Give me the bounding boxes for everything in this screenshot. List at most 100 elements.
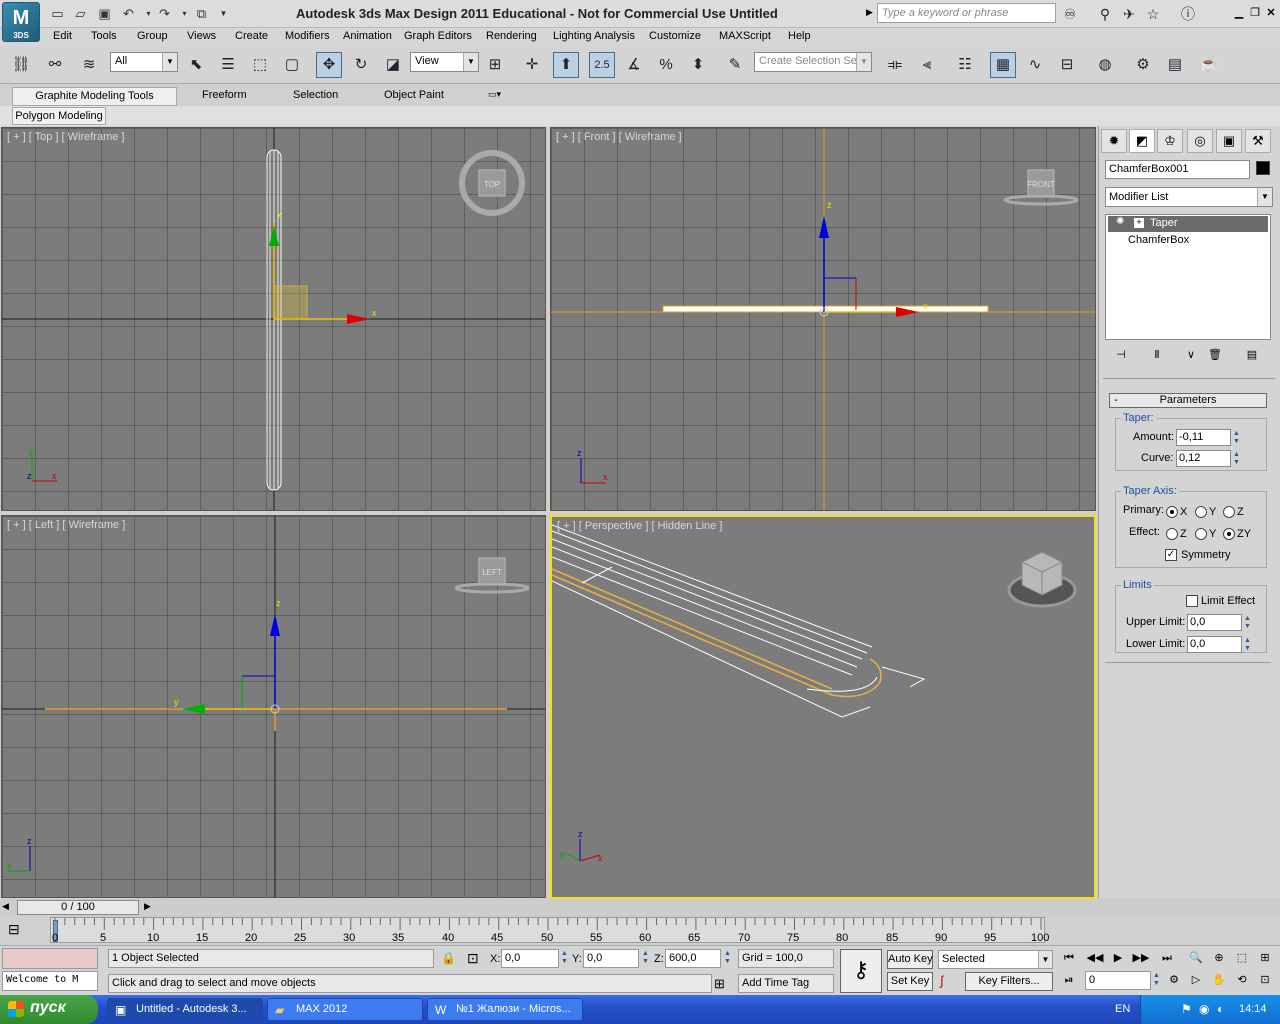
go-to-end-icon[interactable]: ⏭ xyxy=(1157,949,1177,967)
tab-object-paint[interactable]: Object Paint xyxy=(384,89,444,101)
make-unique-icon[interactable]: ∨ xyxy=(1181,346,1201,364)
keyboard-shortcut-override-icon[interactable]: ⬆ xyxy=(553,52,579,78)
select-and-move-icon[interactable]: ✥ xyxy=(316,52,342,78)
open-file-icon[interactable]: ▱ xyxy=(72,5,89,22)
unlink-icon[interactable]: ⚯ xyxy=(42,52,68,78)
tab-graphite-modeling-tools[interactable]: Graphite Modeling Tools xyxy=(12,87,177,106)
menu-lighting-analysis[interactable]: Lighting Analysis xyxy=(553,30,635,42)
effect-z-radio[interactable] xyxy=(1166,528,1178,540)
motion-tab-icon[interactable]: ◎ xyxy=(1187,129,1213,153)
customize-qa-dropdown-icon[interactable]: ▼ xyxy=(215,5,232,22)
timeline-ruler[interactable]: 0 5 10 15 20 25 30 35 40 45 50 55 60 65 … xyxy=(50,917,1049,944)
zoom-all-icon[interactable]: ⊕ xyxy=(1209,949,1229,967)
pan-view-icon[interactable]: ✋ xyxy=(1209,971,1229,989)
save-icon[interactable]: ▣ xyxy=(96,5,113,22)
select-and-scale-icon[interactable]: ◪ xyxy=(380,52,406,78)
select-and-link-icon[interactable]: ⛓ xyxy=(8,52,34,78)
selection-lock-icon[interactable]: 🔒 xyxy=(441,951,456,965)
lower-limit-spinner-icon[interactable]: ▲ ▼ xyxy=(1243,637,1252,654)
undo-dropdown-icon[interactable]: ▾ xyxy=(140,5,157,22)
create-tab-icon[interactable]: ✹ xyxy=(1101,129,1127,153)
subscription-center-icon[interactable]: ⚲ xyxy=(1095,5,1115,23)
menu-rendering[interactable]: Rendering xyxy=(486,30,537,42)
select-and-rotate-icon[interactable]: ↻ xyxy=(348,52,374,78)
favorites-icon[interactable]: ☆ xyxy=(1143,5,1163,23)
maxscript-listener-pink[interactable] xyxy=(2,948,98,969)
x-coordinate-field[interactable]: 0,0 xyxy=(501,949,559,968)
time-next-icon[interactable]: ▶ xyxy=(144,901,151,912)
curve-field[interactable]: 0,12 xyxy=(1176,450,1231,467)
key-mode-toggle-icon[interactable]: ⏯ xyxy=(1059,971,1079,989)
menu-animation[interactable]: Animation xyxy=(343,30,392,42)
viewcube-left[interactable]: LEFT xyxy=(482,568,502,577)
render-teapot-icon[interactable]: ☕ xyxy=(1196,52,1222,78)
named-selection-sets-dropdown[interactable]: Create Selection Se ▼ xyxy=(754,52,872,72)
restore-icon[interactable]: ❐ xyxy=(1248,6,1262,20)
z-spinner-icon[interactable]: ▲ ▼ xyxy=(723,950,732,967)
curve-spinner-icon[interactable]: ▲ ▼ xyxy=(1232,451,1241,468)
mini-curve-editor-icon[interactable]: ⊟ xyxy=(8,921,20,938)
go-to-start-icon[interactable]: ⏮ xyxy=(1059,949,1079,967)
add-time-tag[interactable]: Add Time Tag xyxy=(738,974,834,993)
close-icon[interactable]: ✕ xyxy=(1264,6,1278,20)
select-manipulate-icon[interactable]: ✛ xyxy=(519,52,545,78)
zoom-icon[interactable]: 🔍 xyxy=(1186,949,1206,967)
percent-snap-icon[interactable]: % xyxy=(653,52,679,78)
next-frame-icon[interactable]: ▶▶ xyxy=(1131,949,1151,967)
tab-selection[interactable]: Selection xyxy=(293,89,338,101)
communication-center-icon[interactable]: ✈ xyxy=(1119,5,1139,23)
maxscript-listener[interactable]: Welcome to M xyxy=(2,971,98,991)
selection-filter-dropdown[interactable]: All ▼ xyxy=(110,52,178,72)
viewcube-top[interactable]: TOP xyxy=(484,180,500,189)
rollout-collapse-toggle[interactable]: - xyxy=(1114,394,1118,407)
time-configuration-icon[interactable]: ⚙ xyxy=(1164,971,1184,989)
task-3dsmax[interactable]: ▣ Untitled - Autodesk 3... xyxy=(107,998,263,1021)
effect-y-radio[interactable] xyxy=(1195,528,1207,540)
amount-spinner-icon[interactable]: ▲ ▼ xyxy=(1232,430,1241,447)
rendered-frame-window-icon[interactable]: ▤ xyxy=(1162,52,1188,78)
polygon-modeling-panel[interactable]: Polygon Modeling xyxy=(12,107,106,125)
absolute-mode-transform-icon[interactable]: ⊡ xyxy=(467,950,479,967)
align-icon[interactable]: ⫷ xyxy=(914,52,940,78)
expand-arrow-icon[interactable]: ▶ xyxy=(866,7,873,18)
menu-group[interactable]: Group xyxy=(137,30,168,42)
modify-tab-icon[interactable]: ◩ xyxy=(1129,129,1155,153)
primary-x-radio[interactable] xyxy=(1166,506,1178,518)
layer-manager-icon[interactable]: ☷ xyxy=(952,52,978,78)
viewport-label[interactable]: [ + ] [ Perspective ] [ Hidden Line ] xyxy=(557,520,722,532)
time-prev-icon[interactable]: ◀ xyxy=(2,901,9,912)
effect-zy-radio[interactable] xyxy=(1223,528,1235,540)
show-end-result-icon[interactable]: Ⅱ xyxy=(1147,346,1167,364)
project-folder-icon[interactable]: ⧉ xyxy=(193,5,210,22)
schematic-view-icon[interactable]: ⊟ xyxy=(1054,52,1080,78)
new-file-icon[interactable]: ▭ xyxy=(49,5,66,22)
lower-limit-field[interactable]: 0,0 xyxy=(1187,636,1242,653)
orbit-icon[interactable]: ⟲ xyxy=(1232,971,1252,989)
mirror-icon[interactable]: ⟚ xyxy=(882,52,908,78)
viewport-top[interactable]: [ + ] [ Top ] [ Wireframe ] x y x y z TO… xyxy=(1,127,546,511)
parameters-rollout-header[interactable]: - Parameters xyxy=(1109,393,1267,408)
reference-coordinate-dropdown[interactable]: View ▼ xyxy=(410,52,479,72)
edit-named-selections-icon[interactable]: ✎ xyxy=(722,52,748,78)
graphite-toggle-icon[interactable]: ▦ xyxy=(990,52,1016,78)
maximize-viewport-icon[interactable]: ⊡ xyxy=(1255,971,1275,989)
expand-plus-icon[interactable]: + xyxy=(1134,218,1144,228)
task-word[interactable]: W №1 Жалюзи - Micros... xyxy=(427,998,583,1021)
upper-limit-field[interactable]: 0,0 xyxy=(1187,614,1242,631)
hierarchy-tab-icon[interactable]: ♔ xyxy=(1157,129,1183,153)
help-icon[interactable]: ⓘ xyxy=(1178,5,1198,23)
material-editor-icon[interactable]: ◍ xyxy=(1092,52,1118,78)
z-coordinate-field[interactable]: 600,0 xyxy=(665,949,721,968)
amount-field[interactable]: -0,11 xyxy=(1176,429,1231,446)
redo-icon[interactable]: ↷ xyxy=(156,5,173,22)
zoom-extents-all-icon[interactable]: ⊞ xyxy=(1255,949,1275,967)
viewport-label[interactable]: [ + ] [ Front ] [ Wireframe ] xyxy=(556,131,682,143)
menu-tools[interactable]: Tools xyxy=(91,30,117,42)
default-tangent-icon[interactable]: ∫ xyxy=(940,973,944,988)
spinner-snap-icon[interactable]: ⬍ xyxy=(685,52,711,78)
pin-stack-icon[interactable]: ⊣ xyxy=(1111,346,1131,364)
previous-frame-icon[interactable]: ◀◀ xyxy=(1085,949,1105,967)
viewcube-front[interactable]: FRONT xyxy=(1027,180,1055,189)
set-key-big-button[interactable]: ⚷ xyxy=(840,949,882,993)
language-indicator[interactable]: EN xyxy=(1115,1003,1130,1015)
